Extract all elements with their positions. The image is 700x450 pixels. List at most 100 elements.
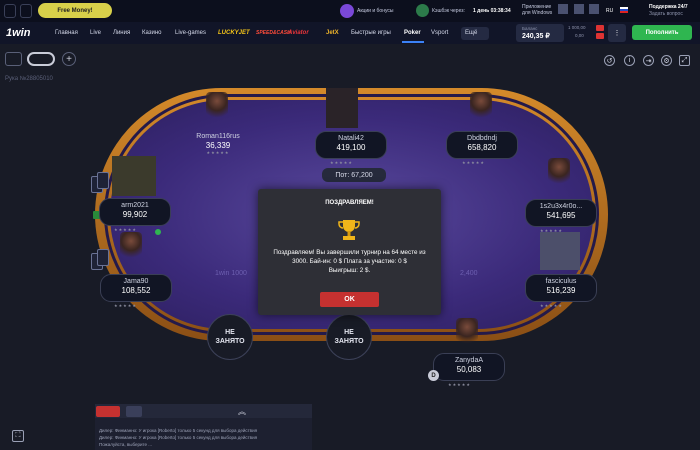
player-rating: ★★★★★	[462, 160, 485, 165]
player-card	[97, 249, 109, 266]
cashback-timer: 1 день 03:38:34	[473, 8, 511, 14]
chat-collapse-chevron-icon[interactable]: ︽	[238, 406, 246, 417]
apple-app-icon[interactable]	[589, 4, 599, 14]
player-seat-6[interactable]: Jama90 108,552	[100, 274, 172, 302]
balance-box[interactable]: Баланс 240,35 ₽	[516, 24, 564, 42]
promo-link[interactable]: Акции и бонусы	[357, 8, 394, 14]
player-seat-4[interactable]: arm2021 99,902	[99, 198, 171, 226]
chat-line: Дилер: Финманно: У игрока [Roberto] толь…	[99, 428, 258, 433]
player-avatar	[548, 158, 570, 188]
bonus-balance-2: 0,00	[575, 33, 584, 38]
dialog-message-text: Поздравляем! Вы завершили турнир на 64 м…	[273, 249, 426, 265]
nav-more-label: Ещё	[465, 30, 478, 36]
ok-button[interactable]: OK	[320, 292, 379, 307]
trophy-icon	[338, 220, 360, 240]
player-name: ZanydaA	[454, 357, 484, 364]
nav-fast-games[interactable]: Быстрые игры	[351, 30, 391, 36]
nav-aviator[interactable]: Aviator	[288, 30, 309, 36]
app-download-link[interactable]: Приложение для Windows	[522, 4, 552, 16]
fullscreen-toggle-icon[interactable]: ⤢	[679, 55, 690, 66]
deposit-button[interactable]: Пополнить	[632, 25, 692, 40]
nav-line[interactable]: Линия	[113, 30, 130, 36]
empty-seat-2[interactable]: НЕ ЗАНЯТО	[326, 314, 372, 360]
ru-flag-icon	[620, 7, 628, 13]
ghost-label-right: 2,400	[460, 270, 478, 277]
gift-icon	[340, 4, 354, 18]
dealer-button-icon: D	[428, 370, 439, 381]
logo[interactable]: 1win	[6, 27, 30, 39]
free-money-button[interactable]: Free Money!	[38, 3, 112, 18]
support-subtitle[interactable]: Задать вопрос	[649, 11, 683, 17]
player-avatar-photo	[540, 232, 580, 270]
nav-poker[interactable]: Poker	[404, 30, 421, 36]
player-avatar	[470, 92, 492, 122]
mobile-icon[interactable]	[4, 4, 16, 18]
cashback-icon	[416, 4, 429, 17]
nav-more-button[interactable]: Ещё	[461, 27, 489, 40]
expand-icon[interactable]: ⛶	[12, 430, 24, 442]
nav-live-games[interactable]: Live-games	[175, 30, 206, 36]
table-tab[interactable]	[27, 52, 55, 66]
lobby-button[interactable]	[5, 52, 22, 66]
nav-vsport[interactable]: Vsport	[431, 30, 448, 36]
chat-tab-stats[interactable]	[126, 406, 142, 417]
player-seat-8[interactable]: ZanydaA 50,083	[433, 353, 505, 381]
player-name: arm2021	[121, 202, 149, 209]
player-seat-2[interactable]: Natali42 419,100	[315, 131, 387, 159]
android-app-icon[interactable]	[574, 4, 584, 14]
player-rating: ★★★★★	[330, 160, 353, 165]
player-seat-3[interactable]: Dbdbdndj 658,820	[446, 131, 518, 159]
online-indicator	[155, 229, 161, 235]
nav-live[interactable]: Live	[90, 30, 101, 36]
chat-line: Дилер: Финманно: У игрока [Roberto] толь…	[99, 435, 258, 440]
info-icon[interactable]: i	[624, 55, 635, 66]
player-chips: 541,695	[546, 211, 576, 220]
player-chips: 658,820	[467, 143, 497, 152]
nav-speed-cash[interactable]: SPEED&CASH	[256, 30, 291, 36]
windows-app-icon[interactable]	[558, 4, 568, 14]
player-name: Natali42	[338, 135, 364, 142]
pot-display: Пот: 67,200	[322, 168, 386, 182]
settings-icon[interactable]: ⚙	[661, 55, 672, 66]
player-rating: ★★★★★	[206, 150, 230, 155]
player-rating: ★★★★★	[448, 382, 471, 387]
history-icon[interactable]: ↺	[604, 55, 615, 66]
player-avatar-photo	[326, 88, 358, 128]
player-name: fasciculus	[545, 278, 577, 285]
language-select[interactable]: RU	[606, 8, 613, 14]
hand-id: Рука №28805010	[5, 76, 53, 82]
balance-label: Баланс	[522, 26, 538, 31]
windows-icon[interactable]	[20, 4, 32, 18]
nav-home[interactable]: Главная	[55, 30, 78, 36]
support-title[interactable]: Поддержка 24/7	[649, 4, 688, 10]
player-chips: 50,083	[456, 365, 482, 374]
empty-seat-1[interactable]: НЕ ЗАНЯТО	[207, 314, 253, 360]
player-chips: 99,902	[122, 210, 148, 219]
nav-jetx[interactable]: JetX	[326, 30, 339, 36]
chat-panel: ︽ Дилер: Финманно: У игрока [Roberto] то…	[95, 404, 312, 450]
main-nav: 1win Главная Live Линия Казино Live-game…	[0, 22, 700, 44]
player-seat-1[interactable]: Roman116rus 36,339 ★★★★★	[182, 130, 254, 158]
player-chips: 36,339	[205, 141, 231, 150]
player-seat-7[interactable]: fasciculus 516,239	[525, 274, 597, 302]
player-avatar	[456, 318, 478, 348]
bonus-icon-1	[596, 25, 604, 31]
add-table-icon[interactable]: +	[62, 52, 76, 66]
ghost-label-left: 1win 1000	[215, 270, 247, 277]
nav-luckyjet[interactable]: LUCKYJET	[218, 30, 250, 36]
player-name: Dbdbdndj	[467, 135, 497, 142]
player-name: Roman116rus	[196, 133, 240, 140]
player-rating: ★★★★★	[540, 303, 563, 308]
player-card	[97, 172, 109, 189]
bonus-balance-1: 1 000,00	[568, 25, 586, 30]
leave-table-icon[interactable]: ⇥	[643, 55, 654, 66]
player-avatar	[120, 232, 142, 262]
chat-line: Пожалуйста, выберите ...	[99, 442, 153, 447]
nav-casino[interactable]: Казино	[142, 30, 162, 36]
player-seat-5[interactable]: 1s2u3x4r0o... 541,695	[525, 199, 597, 227]
menu-dots-button[interactable]: ⋮	[608, 24, 626, 42]
player-chips: 108,552	[121, 286, 151, 295]
empty-seat-label: НЕ ЗАНЯТО	[334, 329, 364, 345]
chat-tab-active[interactable]	[96, 406, 120, 417]
bonus-icon-2	[596, 33, 604, 39]
